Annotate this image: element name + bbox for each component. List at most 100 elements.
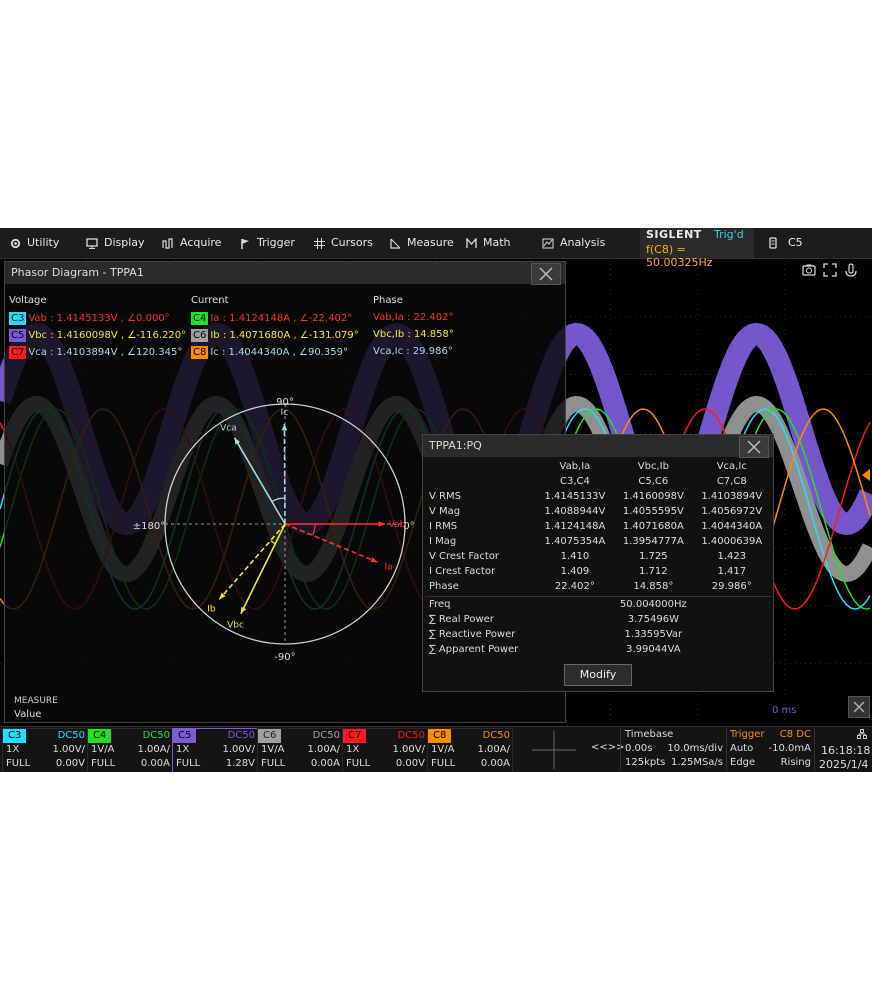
channel-name: C6	[258, 729, 282, 743]
phase-arc	[312, 523, 316, 536]
channel-scale: 1.00A/	[477, 744, 510, 755]
menu-trigger[interactable]: Trigger	[240, 228, 295, 258]
channel-name: C3	[3, 729, 27, 743]
table-cell	[425, 474, 536, 489]
channel-add-area[interactable]	[516, 729, 588, 771]
vector-arrowhead	[281, 424, 288, 431]
touch-icon[interactable]	[844, 263, 858, 277]
analysis-icon	[542, 238, 554, 248]
table-cell: 1.4055595V	[622, 506, 684, 517]
column-header: Vca,Ic	[716, 461, 747, 472]
table-row: Freq 50.004000Hz	[425, 597, 771, 613]
channel-box-c8[interactable]: C8 DC50 1V/A 1.00A/FULL 0.00A	[427, 728, 513, 772]
channel-scale-row: 1V/A 1.00A/	[258, 743, 342, 757]
menu-display[interactable]: Display	[86, 228, 145, 258]
channel-offset-row: FULL 0.00A	[88, 757, 172, 771]
current-value: Ib : 1.4071680A , ∠-131.079°	[210, 330, 359, 341]
table-row: ∑ Apparent Power 3.99044VA	[425, 642, 771, 657]
menu-analysis[interactable]: Analysis	[542, 228, 605, 258]
trigger-level: -10.0mA	[768, 743, 811, 754]
table-row: I Mag 1.4075354A 1.3954777A 1.4000639A	[425, 534, 771, 549]
channel-bandwidth: FULL	[91, 758, 116, 769]
menu-math-label: Math	[483, 236, 511, 249]
column-source: C5,C6	[638, 476, 669, 487]
table-cell: 1.4000639A	[701, 536, 763, 547]
channel-box-c3[interactable]: C3 DC50 1X 1.00V/FULL 0.00V	[2, 728, 88, 772]
menu-trigger-label: Trigger	[257, 236, 295, 249]
math-icon	[466, 236, 477, 248]
channel-coupling: DC50	[57, 730, 85, 741]
channel-offset: 0.00V	[395, 758, 425, 769]
vector-ic	[283, 423, 286, 525]
phasor-titlebar[interactable]: Phasor Diagram - TPPA1	[5, 262, 565, 285]
timebase-title: Timebase	[625, 729, 674, 740]
timebase-memory: 125kpts	[625, 757, 666, 768]
phasor-close-button[interactable]	[531, 263, 561, 285]
current-header: Current	[191, 295, 229, 306]
trigger-panel[interactable]: Trigger C8 DC Auto -10.0mA Edge Rising	[726, 728, 813, 771]
menu-cursors-label: Cursors	[331, 236, 373, 249]
menu-measure[interactable]: Measure	[390, 228, 454, 258]
row-label: V Mag	[429, 506, 461, 517]
active-channel-selector[interactable]: C5	[764, 228, 872, 258]
trigger-type: Edge	[730, 757, 756, 768]
channel-coupling: DC50	[312, 730, 340, 741]
trigger-slope: Rising	[780, 757, 811, 768]
channel-box-c6[interactable]: C6 DC50 1V/A 1.00A/FULL 0.00A	[257, 728, 343, 772]
channel-box-c5[interactable]: C5 DC50 1X 1.00V/FULL 1.28V	[172, 728, 258, 772]
timebase-delay: 0.00s	[625, 743, 653, 754]
voltage-row: C7 Vca : 1.4103894V , ∠120.345°	[9, 346, 182, 359]
menu-math[interactable]: Math	[466, 228, 511, 258]
status-panel: SIGLENT Trig'd f(C8) = 50.00325Hz	[640, 228, 754, 269]
phase-arc	[270, 540, 276, 545]
phase-header: Phase	[373, 295, 403, 306]
table-cell: 1.725	[639, 551, 668, 562]
channel-probe: 1V/A	[431, 744, 455, 755]
vector-label: Vab	[389, 520, 406, 530]
measure-close-button[interactable]	[848, 696, 870, 718]
current-value: Ic : 1.4044340A , ∠90.359°	[210, 347, 348, 358]
channel-box-c4[interactable]: C4 DC50 1V/A 1.00A/FULL 0.00A	[87, 728, 173, 772]
column-header: Vbc,Ib	[637, 461, 669, 472]
menu-acquire[interactable]: Acquire	[162, 228, 221, 258]
channel-scale-row: 1V/A 1.00A/	[88, 743, 172, 757]
pq-close-button[interactable]	[739, 436, 769, 458]
row-label: I Crest Factor	[429, 566, 496, 577]
pq-results-window[interactable]: TPPA1:PQ Vab,Ia Vbc,Ib Vca,Ic C3,C4 C5,C6 C7,…	[422, 434, 774, 692]
timebase-panel[interactable]: Timebase 0.00s 10.0ms/div 125kpts 1.25MS…	[620, 728, 725, 771]
channel-offset: 0.00V	[55, 758, 85, 769]
fullscreen-icon[interactable]	[823, 263, 837, 277]
menu-analysis-label: Analysis	[560, 236, 606, 249]
table-cell: 1.4160098V	[622, 491, 684, 502]
menu-utility[interactable]: Utility	[10, 228, 59, 258]
channel-bandwidth: FULL	[176, 758, 201, 769]
channel-name: C4	[88, 729, 112, 743]
total-value: 3.75496W	[627, 614, 679, 625]
table-cell: 1.417	[717, 566, 747, 577]
row-label: Phase	[429, 581, 459, 592]
table-row: I RMS 1.4124148A 1.4071680A 1.4044340A	[425, 519, 771, 534]
channel-chip: C5	[9, 329, 27, 342]
channel-chip: C8	[191, 346, 209, 359]
pq-titlebar[interactable]: TPPA1:PQ	[423, 435, 773, 458]
table-cell: 29.986°	[711, 581, 752, 592]
channel-offset-row: FULL 0.00V	[3, 757, 87, 771]
channel-scale-row: 1X 1.00V/	[173, 743, 257, 757]
measure-panel[interactable]: MEASURE Value	[0, 692, 872, 726]
screenshot-icon[interactable]	[802, 263, 816, 277]
row-label: Freq	[429, 599, 451, 610]
channel-box-c7[interactable]: C7 DC50 1X 1.00V/FULL 0.00V	[342, 728, 428, 772]
table-cell: 1.4088944V	[544, 506, 606, 517]
trigger-level-marker[interactable]	[862, 469, 870, 481]
channel-header: C6 DC50	[258, 729, 342, 743]
vector-vbc	[240, 523, 286, 615]
table-row: V RMS 1.4145133V 1.4160098V 1.4103894V	[425, 489, 771, 504]
modify-button[interactable]: Modify	[564, 664, 632, 686]
trigger-title: Trigger	[730, 729, 765, 740]
menu-cursors[interactable]: Cursors	[314, 228, 373, 258]
vector-label: Vbc	[227, 620, 244, 630]
current-row: C6 Ib : 1.4071680A , ∠-131.079°	[191, 329, 359, 342]
channel-offset: 0.00A	[310, 758, 340, 769]
phase-value: Vab,Ia : 22.402°	[373, 312, 454, 323]
vector-ib	[218, 523, 286, 600]
